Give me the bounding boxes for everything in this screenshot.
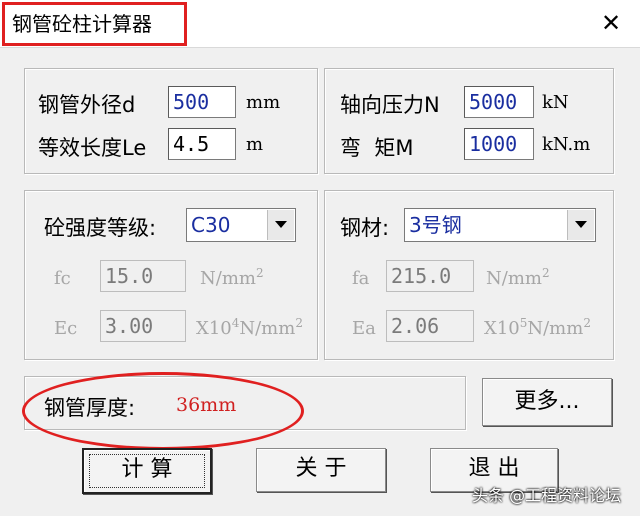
concrete-grade-value: C30 — [191, 213, 231, 237]
ea-field: 2.06 — [386, 310, 474, 342]
fc-field: 15.0 — [100, 260, 186, 292]
moment-label: 弯 矩M — [340, 136, 414, 160]
moment-input[interactable]: 1000 — [464, 128, 534, 160]
concrete-grade-dropdown[interactable]: C30 — [186, 208, 296, 242]
ea-label: Ea — [352, 318, 376, 339]
close-icon[interactable]: ✕ — [594, 6, 628, 40]
length-label: 等效长度Le — [38, 136, 147, 160]
result-highlight-ellipse — [22, 372, 304, 450]
diameter-unit: mm — [246, 92, 281, 113]
steel-material-dropdown[interactable]: 3号钢 — [404, 208, 596, 242]
watermark-text: 头条 @工程资料论坛 — [472, 486, 622, 505]
axial-force-unit: kN — [542, 92, 569, 113]
concrete-grade-label: 砼强度等级: — [44, 216, 157, 240]
chevron-down-icon[interactable] — [567, 210, 594, 240]
fa-field: 215.0 — [386, 260, 474, 292]
diameter-input[interactable]: 500 — [168, 86, 236, 118]
about-label: 关 于 — [295, 456, 347, 481]
exit-label: 退 出 — [468, 456, 520, 481]
focus-rectangle — [89, 454, 205, 488]
ec-unit: X104N/mm2 — [196, 316, 303, 339]
fc-unit: N/mm2 — [200, 266, 264, 289]
ec-field: 3.00 — [100, 310, 186, 342]
about-button[interactable]: 关 于 — [256, 448, 386, 492]
length-unit: m — [246, 134, 264, 155]
title-highlight-box — [2, 2, 187, 46]
more-button[interactable]: 更多... — [482, 378, 612, 426]
diameter-label: 钢管外径d — [38, 93, 136, 117]
axial-force-input[interactable]: 5000 — [464, 86, 534, 118]
fc-label: fc — [54, 268, 71, 289]
moment-unit: kN.m — [542, 134, 591, 155]
steel-material-label: 钢材: — [340, 216, 390, 240]
fa-label: fa — [352, 268, 370, 289]
steel-material-value: 3号钢 — [409, 213, 462, 237]
ea-unit: X105N/mm2 — [484, 316, 591, 339]
ec-label: Ec — [54, 318, 78, 339]
axial-force-label: 轴向压力N — [340, 93, 440, 117]
chevron-down-icon[interactable] — [267, 210, 294, 240]
fa-unit: N/mm2 — [486, 266, 550, 289]
length-input[interactable]: 4.5 — [168, 128, 236, 160]
calculate-button[interactable]: 计 算 — [82, 448, 212, 494]
